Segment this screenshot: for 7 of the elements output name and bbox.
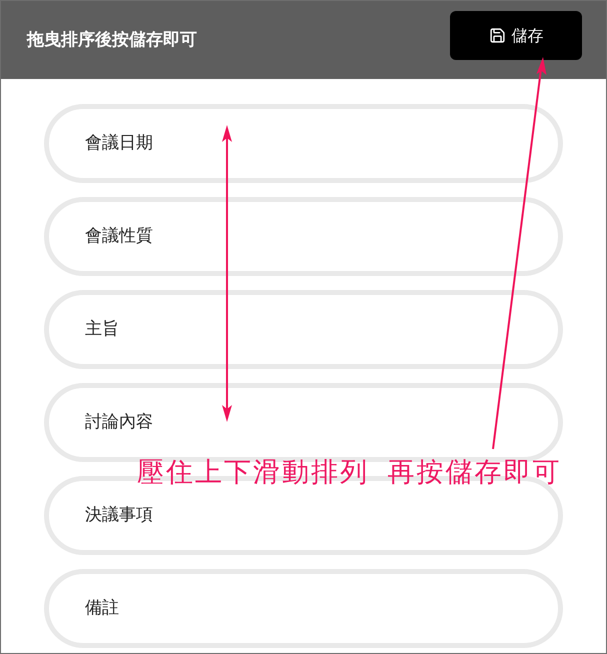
header-title: 拖曳排序後按儲存即可	[27, 29, 197, 52]
list-item[interactable]: 會議日期	[44, 104, 563, 183]
save-icon	[488, 27, 506, 44]
save-button[interactable]: 儲存	[450, 11, 582, 60]
list-item[interactable]: 主旨	[44, 290, 563, 369]
list-item[interactable]: 備註	[44, 569, 563, 648]
list-item[interactable]: 會議性質	[44, 197, 563, 276]
